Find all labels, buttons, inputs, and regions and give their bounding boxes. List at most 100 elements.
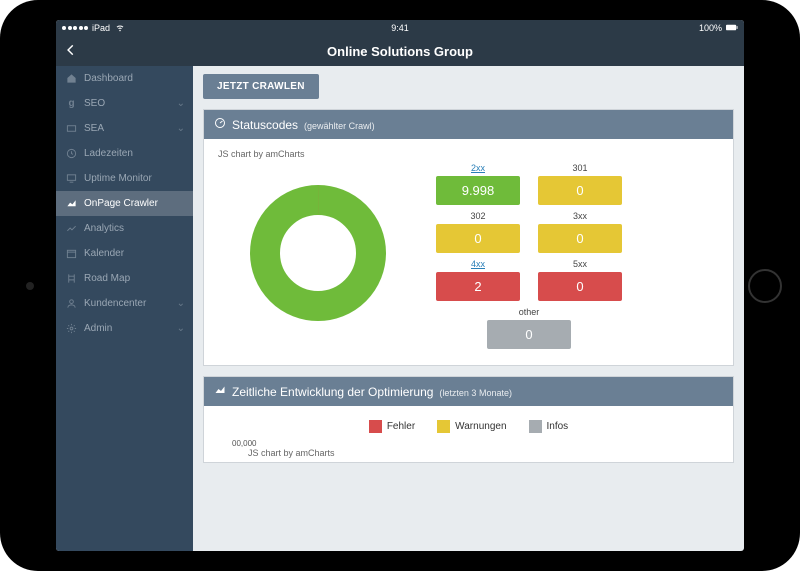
chevron-down-icon: ⌄ <box>177 98 185 109</box>
status-card-value: 0 <box>436 224 520 253</box>
sidebar-item-kalender[interactable]: Kalender <box>56 241 193 266</box>
page-title: Online Solutions Group <box>327 44 473 59</box>
status-card-302: 3020 <box>436 211 520 253</box>
legend-swatch <box>369 420 382 433</box>
status-cards: 2xx9.998301030203xx04xx25xx0other0 <box>436 163 719 349</box>
sidebar-item-kundencenter[interactable]: Kundencenter ⌄ <box>56 291 193 316</box>
sidebar-item-ladezeiten[interactable]: Ladezeiten <box>56 141 193 166</box>
battery-label: 100% <box>699 23 722 33</box>
panel-title: Zeitliche Entwicklung der Optimierung <box>232 385 433 399</box>
sidebar-item-analytics[interactable]: Analytics <box>56 216 193 241</box>
sidebar-item-onpage-crawler[interactable]: OnPage Crawler <box>56 191 193 216</box>
monitor-icon <box>66 173 77 184</box>
crawl-now-button[interactable]: JETZT CRAWLEN <box>203 74 319 99</box>
status-card-label: other <box>487 307 571 317</box>
sidebar-item-label: Kalender <box>84 248 124 259</box>
status-card-value: 0 <box>538 224 622 253</box>
analytics-icon <box>66 223 77 234</box>
status-card-value: 0 <box>487 320 571 349</box>
ipad-frame: iPad 9:41 100% Online Solutions Group Da… <box>0 0 800 571</box>
status-card-2xx: 2xx 9.998 <box>436 163 520 205</box>
screen: iPad 9:41 100% Online Solutions Group Da… <box>56 20 744 551</box>
status-card-label: 301 <box>538 163 622 173</box>
nav-bar: Online Solutions Group <box>56 36 744 66</box>
wifi-icon <box>114 23 126 34</box>
sidebar-item-label: Admin <box>84 323 112 334</box>
sidebar-item-uptime-monitor[interactable]: Uptime Monitor <box>56 166 193 191</box>
sidebar-item-label: OnPage Crawler <box>84 198 158 209</box>
legend-swatch <box>437 420 450 433</box>
panel-header: Statuscodes (gewählter Crawl) <box>204 110 733 139</box>
status-card-other: other 0 <box>487 307 571 349</box>
chart-area-icon <box>214 384 226 396</box>
home-button[interactable] <box>748 269 782 303</box>
panel-subtitle: (gewählter Crawl) <box>304 121 375 131</box>
signal-dots-icon <box>62 26 88 30</box>
status-card-value: 2 <box>436 272 520 301</box>
sidebar-item-label: Dashboard <box>84 73 133 84</box>
sea-icon <box>66 123 77 134</box>
carrier-label: iPad <box>92 23 110 33</box>
chevron-down-icon: ⌄ <box>177 298 185 309</box>
sidebar-item-label: Ladezeiten <box>84 148 133 159</box>
status-card-label[interactable]: 4xx <box>436 259 520 269</box>
camera-dot <box>26 282 34 290</box>
sidebar-item-label: Analytics <box>84 223 124 234</box>
sidebar-item-label: SEA <box>84 123 104 134</box>
sidebar-item-road-map[interactable]: Road Map <box>56 266 193 291</box>
main-content: JETZT CRAWLEN Statuscodes (gewählter Cra… <box>193 66 744 551</box>
chart-area-icon <box>66 198 77 209</box>
sidebar-item-label: SEO <box>84 98 105 109</box>
status-card-label: 5xx <box>538 259 622 269</box>
status-card-label[interactable]: 2xx <box>436 163 520 173</box>
chevron-down-icon: ⌄ <box>177 123 185 134</box>
sidebar-item-seo[interactable]: g SEO ⌄ <box>56 91 193 116</box>
status-card-value: 9.998 <box>436 176 520 205</box>
donut-chart <box>218 163 418 343</box>
calendar-icon <box>66 248 77 259</box>
status-card-5xx: 5xx0 <box>538 259 622 301</box>
settings-icon <box>66 323 77 334</box>
sidebar-item-label: Kundencenter <box>84 298 146 309</box>
status-card-4xx: 4xx2 <box>436 259 520 301</box>
statuscodes-panel: Statuscodes (gewählter Crawl) JS chart b… <box>203 109 734 366</box>
chart-attribution: JS chart by amCharts <box>218 448 719 458</box>
timeline-panel: Zeitliche Entwicklung der Optimierung (l… <box>203 376 734 463</box>
legend-label: Warnungen <box>455 421 506 432</box>
ios-status-bar: iPad 9:41 100% <box>56 20 744 36</box>
chart-attribution: JS chart by amCharts <box>218 149 719 159</box>
panel-subtitle: (letzten 3 Monate) <box>439 388 512 398</box>
status-card-label: 302 <box>436 211 520 221</box>
chart-legend: Fehler Warnungen Infos <box>218 412 719 435</box>
sidebar-item-admin[interactable]: Admin ⌄ <box>56 316 193 341</box>
sidebar: Dashboard g SEO ⌄ SEA ⌄ Ladezeiten Uptime Monit… <box>56 66 193 551</box>
user-icon <box>66 298 77 309</box>
status-card-301: 3010 <box>538 163 622 205</box>
legend-label: Infos <box>547 421 569 432</box>
status-card-label: 3xx <box>538 211 622 221</box>
status-card-3xx: 3xx0 <box>538 211 622 253</box>
legend-label: Fehler <box>387 421 415 432</box>
status-card-value: 0 <box>538 176 622 205</box>
sidebar-item-sea[interactable]: SEA ⌄ <box>56 116 193 141</box>
status-card-value: 0 <box>538 272 622 301</box>
legend-swatch <box>529 420 542 433</box>
seo-icon: g <box>66 98 77 109</box>
sidebar-item-label: Road Map <box>84 273 130 284</box>
home-icon <box>66 73 77 84</box>
clock-icon <box>66 148 77 159</box>
legend-item-infos: Infos <box>529 420 569 433</box>
panel-header: Zeitliche Entwicklung der Optimierung (l… <box>204 377 733 406</box>
legend-item-fehler: Fehler <box>369 420 415 433</box>
chevron-down-icon: ⌄ <box>177 323 185 334</box>
dashboard-icon <box>214 117 226 129</box>
legend-item-warnungen: Warnungen <box>437 420 506 433</box>
y-axis-tick: 00,000 <box>218 439 719 448</box>
sidebar-item-label: Uptime Monitor <box>84 173 152 184</box>
panel-title: Statuscodes <box>232 118 298 132</box>
clock-label: 9:41 <box>391 23 409 33</box>
battery-icon <box>726 23 738 34</box>
sidebar-item-dashboard[interactable]: Dashboard <box>56 66 193 91</box>
back-button[interactable] <box>64 43 78 60</box>
roadmap-icon <box>66 273 77 284</box>
